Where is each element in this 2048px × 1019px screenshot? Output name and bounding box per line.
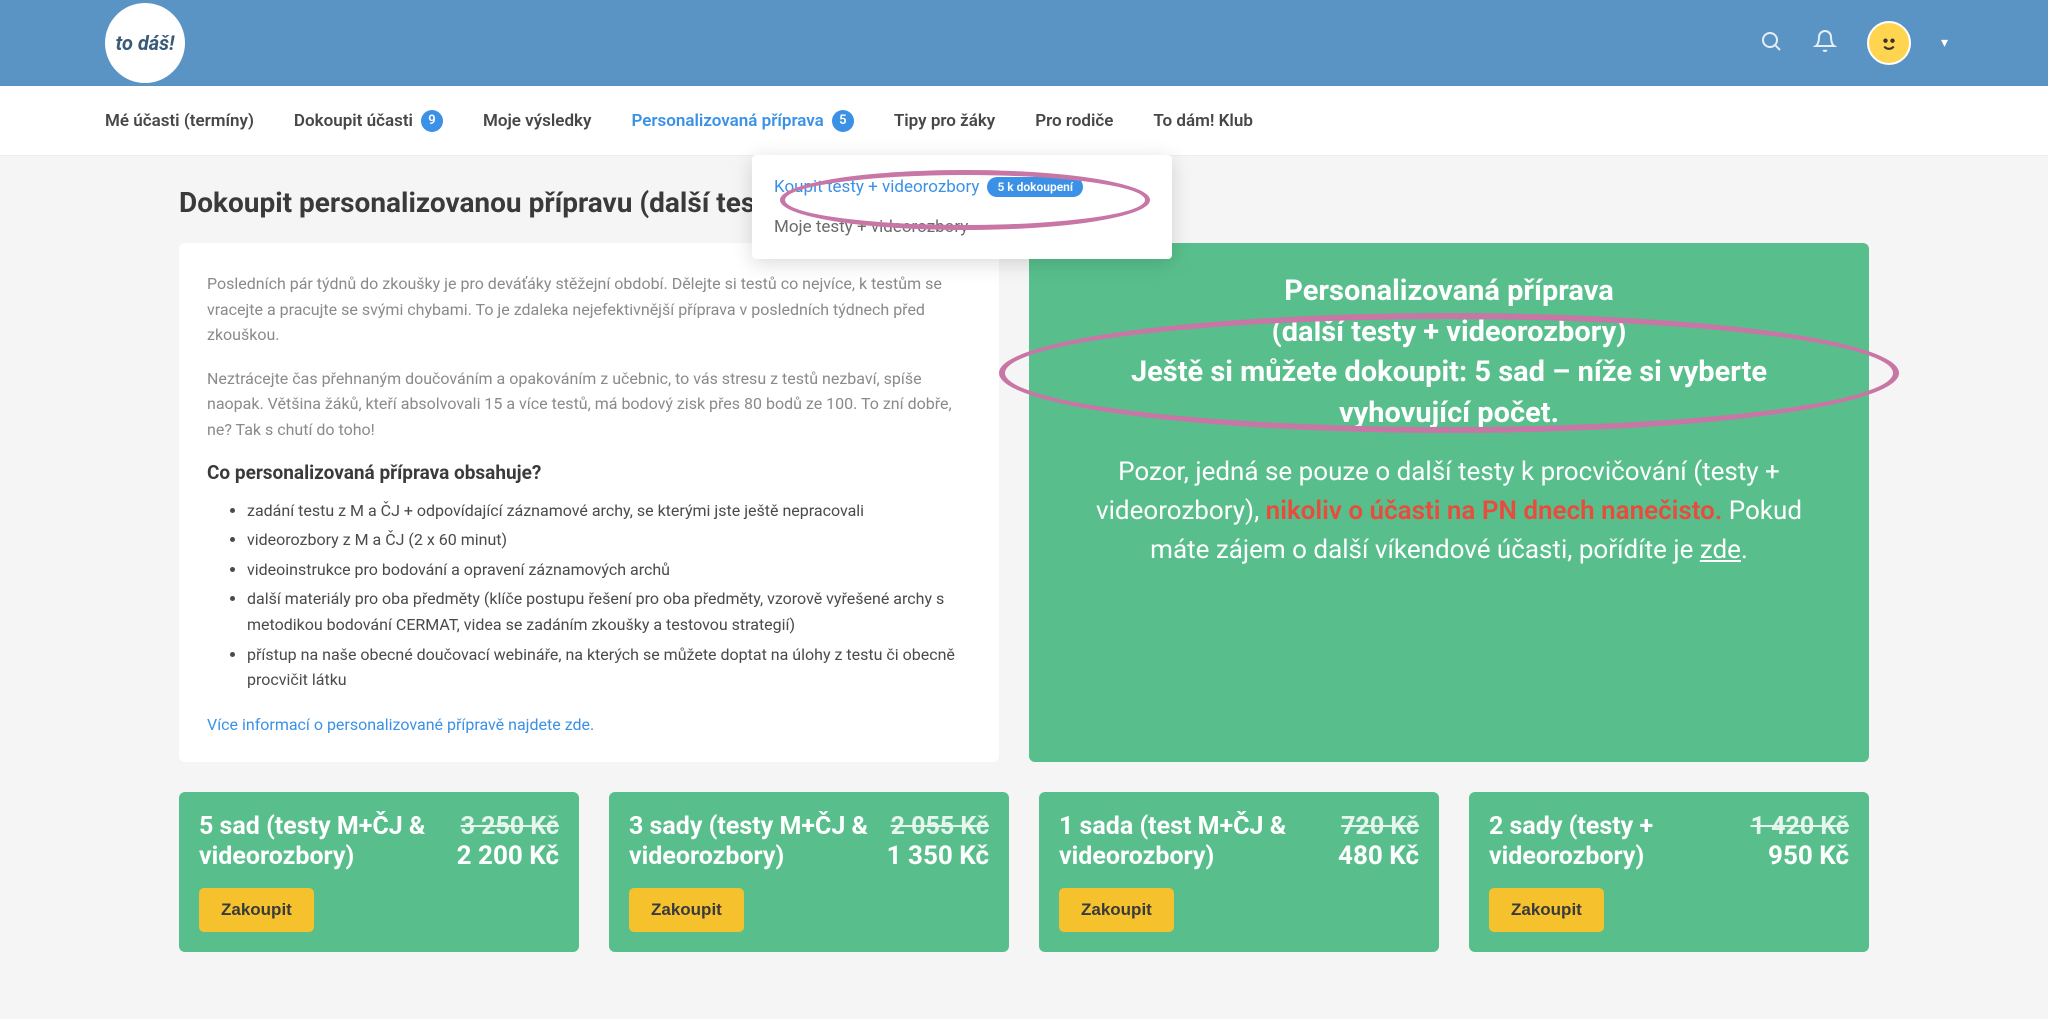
promo-notice: Pozor, jedná se pouze o další testy k pr… xyxy=(1067,453,1831,570)
dropdown-badge: 5 k dokoupení xyxy=(987,177,1083,197)
price-old: 3 250 Kč xyxy=(457,812,559,841)
promo-card: Personalizovaná příprava (další testy + … xyxy=(1029,243,1869,762)
product-top: 5 sad (testy M+ČJ & videorozbory) 3 250 … xyxy=(199,812,559,872)
info-list-item: videoinstrukce pro bodování a opravení z… xyxy=(247,557,971,583)
info-paragraph-1: Posledních pár týdnů do zkoušky je pro d… xyxy=(207,271,971,348)
nav-tips-students[interactable]: Tipy pro žáky xyxy=(894,111,995,131)
product-top: 2 sady (testy + videorozbory) 1 420 Kč 9… xyxy=(1489,812,1849,872)
navbar: Mé účasti (termíny) Dokoupit účasti 9 Mo… xyxy=(0,86,2048,156)
promo-title-1: Personalizovaná příprava xyxy=(1067,271,1831,312)
product-card-3-sets: 3 sady (testy M+ČJ & videorozbory) 2 055… xyxy=(609,792,1009,952)
product-title: 3 sady (testy M+ČJ & videorozbory) xyxy=(629,812,873,872)
buy-button[interactable]: Zakoupit xyxy=(199,888,314,932)
nav-badge: 9 xyxy=(421,110,443,132)
product-card-5-sets: 5 sad (testy M+ČJ & videorozbory) 3 250 … xyxy=(179,792,579,952)
info-list-item: zadání testu z M a ČJ + odpovídající záz… xyxy=(247,498,971,524)
nav-label: Dokoupit účasti xyxy=(294,111,413,131)
price-new: 1 350 Kč xyxy=(887,841,989,871)
info-more-link[interactable]: Více informací o personalizované příprav… xyxy=(207,715,594,734)
promo-title-2: (další testy + videorozbory) xyxy=(1067,312,1831,353)
info-list-item: přístup na naše obecné doučovací webinář… xyxy=(247,642,971,693)
dropdown-item-label: Koupit testy + videorozbory xyxy=(774,177,979,197)
two-column-layout: Posledních pár týdnů do zkoušky je pro d… xyxy=(179,243,1869,762)
site-logo[interactable]: to dáš! xyxy=(105,3,185,83)
price-old: 2 055 Kč xyxy=(887,812,989,841)
price-block: 720 Kč 480 Kč xyxy=(1338,812,1419,871)
product-title: 2 sady (testy + videorozbory) xyxy=(1489,812,1737,872)
info-card: Posledních pár týdnů do zkoušky je pro d… xyxy=(179,243,999,762)
info-subheading: Co personalizovaná příprava obsahuje? xyxy=(207,461,971,484)
topbar: to dáš! ▾ xyxy=(0,0,2048,86)
price-block: 3 250 Kč 2 200 Kč xyxy=(457,812,559,871)
avatar[interactable] xyxy=(1867,21,1911,65)
info-list: zadání testu z M a ČJ + odpovídající záz… xyxy=(207,498,971,693)
buy-button[interactable]: Zakoupit xyxy=(1059,888,1174,932)
price-block: 2 055 Kč 1 350 Kč xyxy=(887,812,989,871)
bell-icon[interactable] xyxy=(1813,29,1837,57)
notice-link[interactable]: zde xyxy=(1700,535,1741,565)
topbar-right: ▾ xyxy=(1759,21,1948,65)
nav-personalized-prep[interactable]: Personalizovaná příprava 5 xyxy=(631,110,853,132)
nav-buy-participations[interactable]: Dokoupit účasti 9 xyxy=(294,110,443,132)
products-row: 5 sad (testy M+ČJ & videorozbory) 3 250 … xyxy=(179,792,1869,952)
nav-my-participations[interactable]: Mé účasti (termíny) xyxy=(105,111,254,131)
search-icon[interactable] xyxy=(1759,29,1783,57)
info-list-item: další materiály pro oba předměty (klíče … xyxy=(247,586,971,637)
product-card-2-sets: 2 sady (testy + videorozbory) 1 420 Kč 9… xyxy=(1469,792,1869,952)
product-title: 5 sad (testy M+ČJ & videorozbory) xyxy=(199,812,443,872)
dropdown-personalized: Koupit testy + videorozbory 5 k dokoupen… xyxy=(752,155,1172,259)
chevron-down-icon[interactable]: ▾ xyxy=(1941,35,1948,51)
price-new: 480 Kč xyxy=(1338,841,1419,871)
notice-warning: nikoliv o účasti na PN dnech nanečisto. xyxy=(1266,496,1723,526)
main-container: Dokoupit personalizovanou přípravu (dalš… xyxy=(74,156,1974,982)
price-new: 950 Kč xyxy=(1751,841,1849,871)
price-old: 1 420 Kč xyxy=(1751,812,1849,841)
nav-my-results[interactable]: Moje výsledky xyxy=(483,111,591,131)
product-top: 3 sady (testy M+ČJ & videorozbory) 2 055… xyxy=(629,812,989,872)
nav-badge: 5 xyxy=(832,110,854,132)
promo-title-3: Ještě si můžete dokoupit: 5 sad – níže s… xyxy=(1067,352,1831,433)
nav-club[interactable]: To dám! Klub xyxy=(1153,111,1253,131)
buy-button[interactable]: Zakoupit xyxy=(629,888,744,932)
product-title: 1 sada (test M+ČJ & videorozbory) xyxy=(1059,812,1324,872)
product-card-1-set: 1 sada (test M+ČJ & videorozbory) 720 Kč… xyxy=(1039,792,1439,952)
dropdown-my-tests[interactable]: Moje testy + videorozbory xyxy=(752,207,1172,247)
dropdown-buy-tests[interactable]: Koupit testy + videorozbory 5 k dokoupen… xyxy=(752,167,1172,207)
product-top: 1 sada (test M+ČJ & videorozbory) 720 Kč… xyxy=(1059,812,1419,872)
buy-button[interactable]: Zakoupit xyxy=(1489,888,1604,932)
price-block: 1 420 Kč 950 Kč xyxy=(1751,812,1849,871)
nav-label: Personalizovaná příprava xyxy=(631,111,823,131)
price-new: 2 200 Kč xyxy=(457,841,559,871)
price-old: 720 Kč xyxy=(1338,812,1419,841)
info-list-item: videorozbory z M a ČJ (2 x 60 minut) xyxy=(247,527,971,553)
notice-end: . xyxy=(1741,535,1748,565)
nav-parents[interactable]: Pro rodiče xyxy=(1035,111,1113,131)
info-paragraph-2: Neztrácejte čas přehnaným doučováním a o… xyxy=(207,366,971,443)
